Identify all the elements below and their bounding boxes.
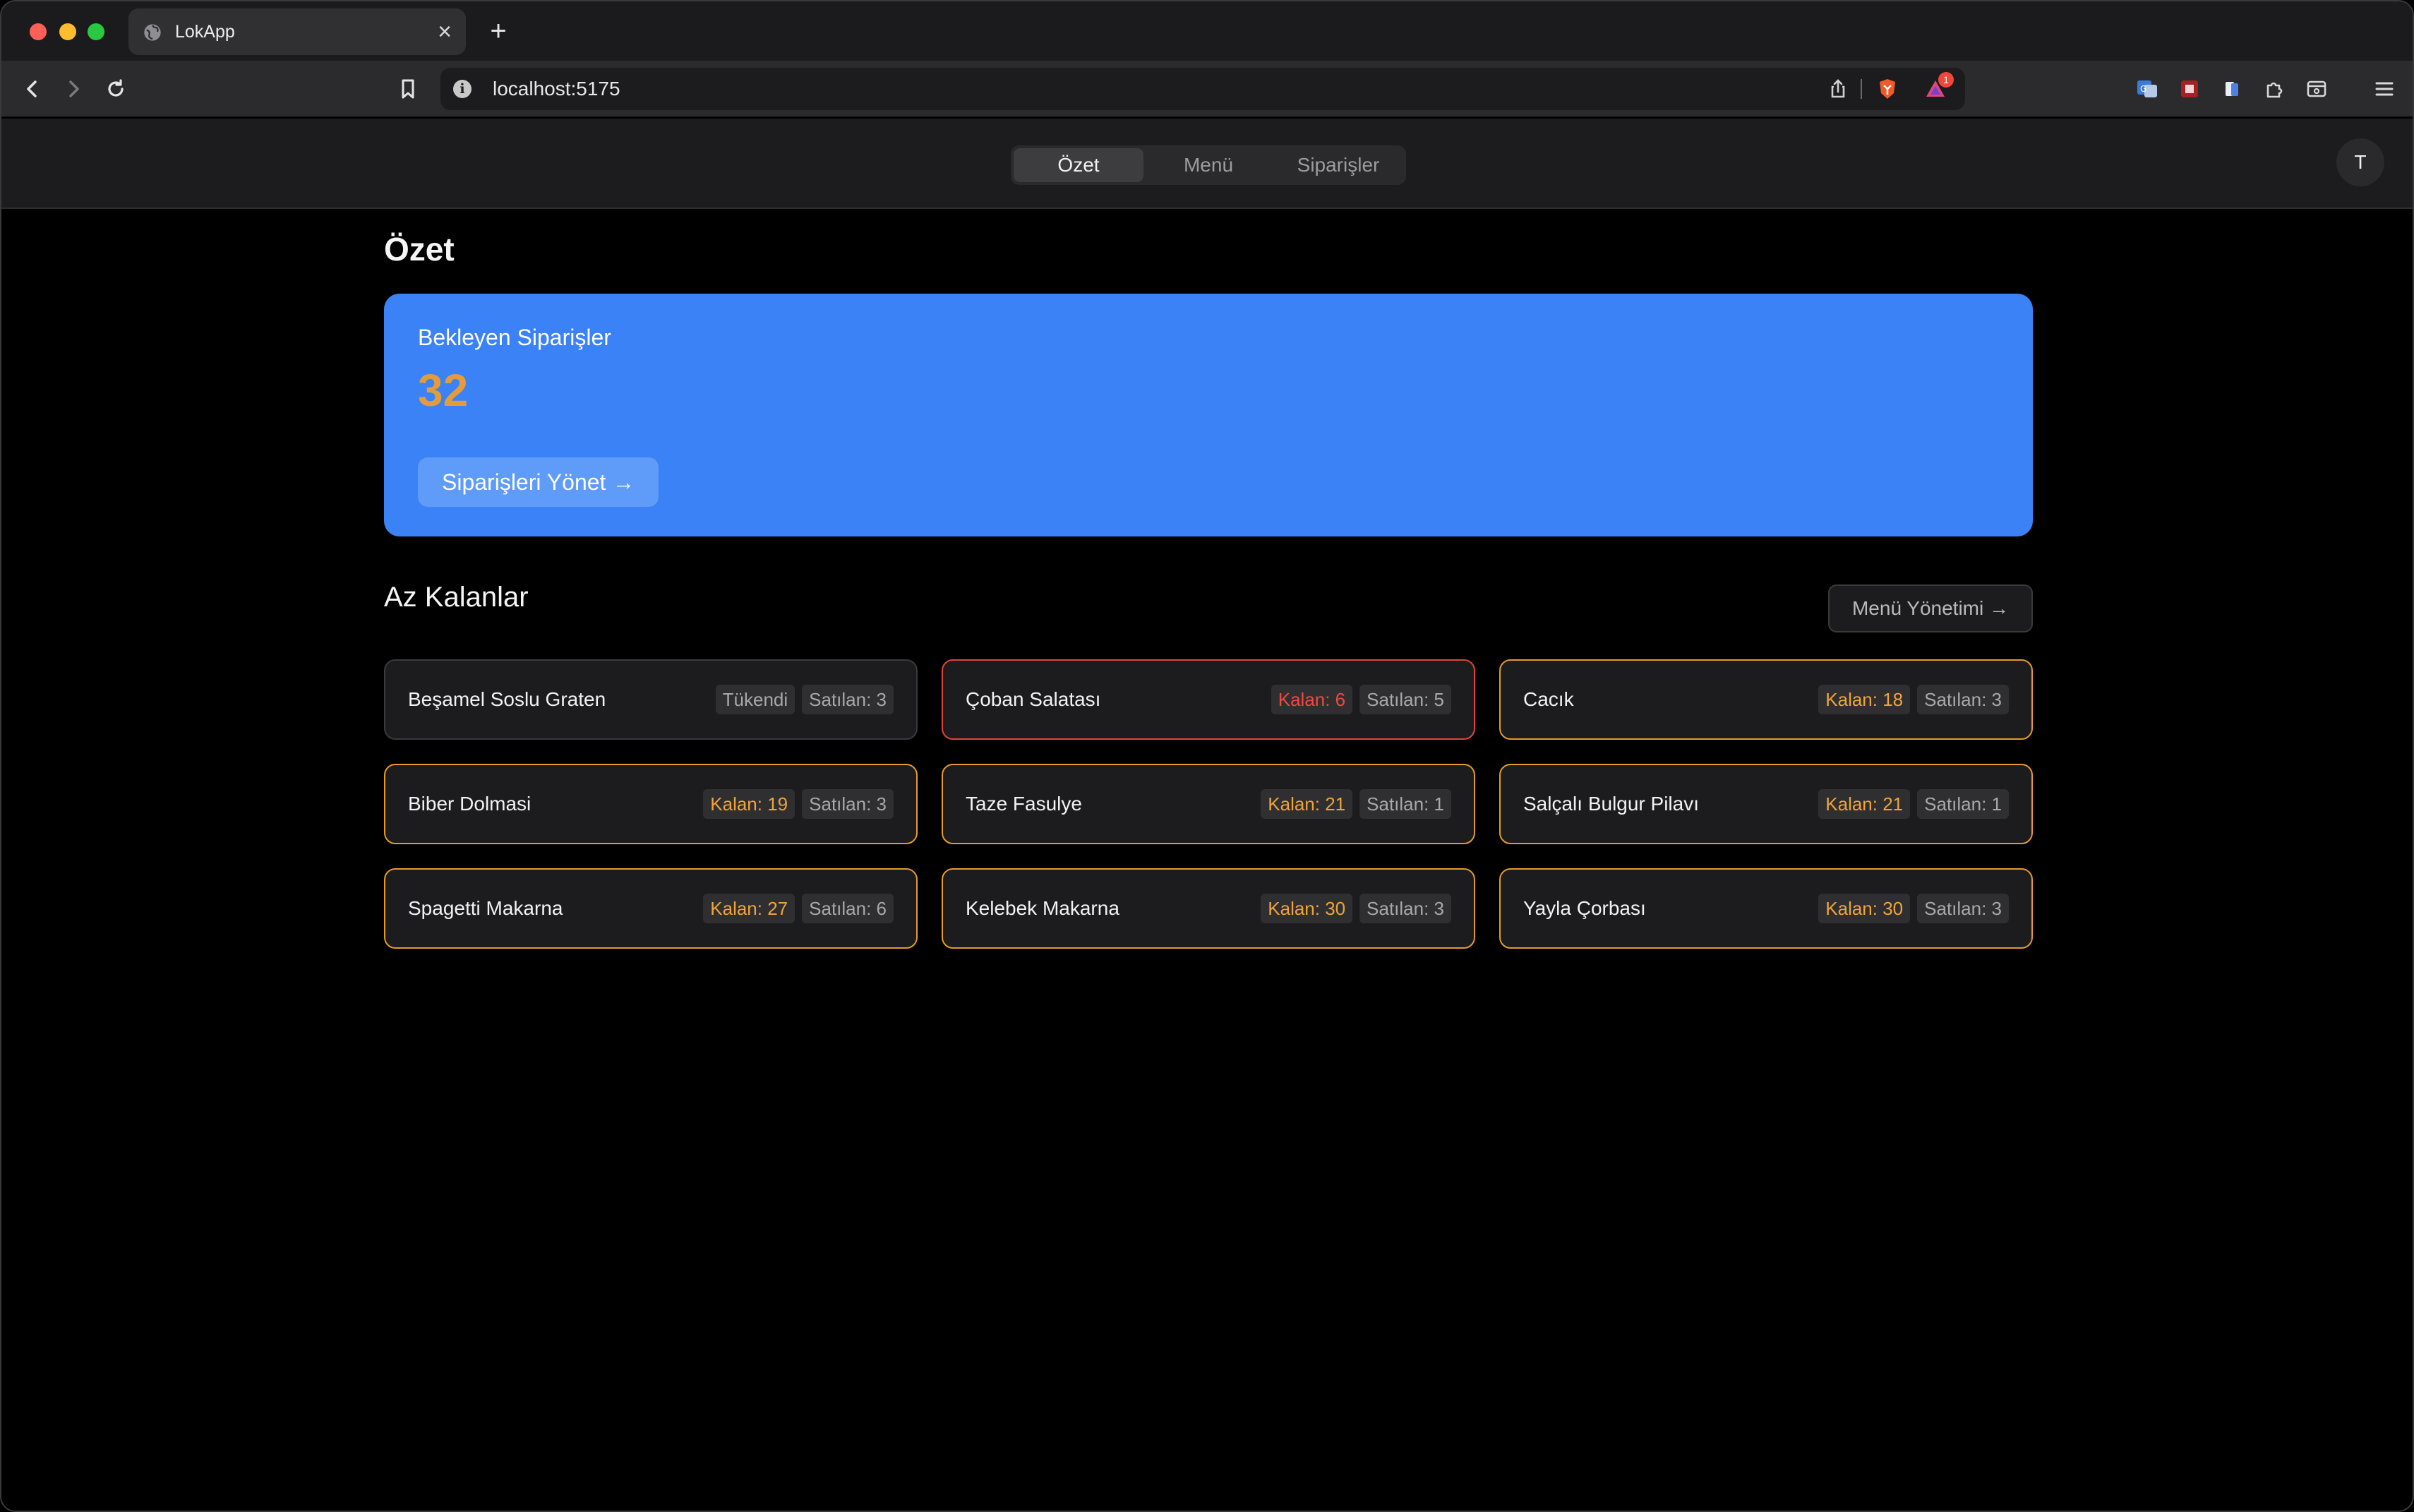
low-stock-item[interactable]: Beşamel Soslu Graten Tükendi Satılan: 3 xyxy=(384,659,918,740)
sold-badge: Satılan: 1 xyxy=(1917,789,2009,819)
translate-icon[interactable]: G xyxy=(2133,75,2161,103)
low-stock-item[interactable]: Yayla Çorbası Kalan: 30 Satılan: 3 xyxy=(1499,868,2033,949)
address-bar[interactable]: i localhost:5175 1 xyxy=(440,68,1965,110)
close-icon[interactable]: × xyxy=(435,20,455,44)
share-icon[interactable] xyxy=(1824,75,1852,103)
menu-management-button[interactable]: Menü Yönetimi → xyxy=(1827,584,2033,632)
minimize-window-button[interactable] xyxy=(59,23,76,40)
low-stock-item[interactable]: Taze Fasulye Kalan: 21 Satılan: 1 xyxy=(942,764,1475,844)
stock-badge: Kalan: 18 xyxy=(1818,685,1911,714)
rewards-badge: 1 xyxy=(1938,72,1954,88)
stock-badge: Tükendi xyxy=(715,685,795,714)
sold-badge: Satılan: 1 xyxy=(1359,789,1451,819)
svg-text:G: G xyxy=(2140,84,2146,94)
sold-badge: Satılan: 3 xyxy=(802,685,894,714)
low-stock-item[interactable]: Cacık Kalan: 18 Satılan: 3 xyxy=(1499,659,2033,740)
browser-tab-active[interactable]: LokApp × xyxy=(128,8,466,55)
item-name: Biber Dolmasi xyxy=(408,793,532,815)
tab-strip: LokApp × + xyxy=(1,1,2413,61)
tab-menu[interactable]: Menü xyxy=(1143,148,1273,182)
tab-siparisler[interactable]: Siparişler xyxy=(1273,148,1403,182)
item-name: Spagetti Makarna xyxy=(408,897,563,919)
bookmark-icon[interactable] xyxy=(394,75,422,103)
pending-orders-card: Bekleyen Siparişler 32 Siparişleri Yönet… xyxy=(384,294,2033,536)
item-name: Beşamel Soslu Graten xyxy=(408,688,606,710)
manage-orders-button[interactable]: Siparişleri Yönet → xyxy=(418,457,659,507)
main-nav-tabs: Özet Menü Siparişler xyxy=(1011,145,1406,185)
sold-badge: Satılan: 6 xyxy=(802,894,894,923)
sold-badge: Satılan: 3 xyxy=(1917,894,2009,923)
item-name: Çoban Salatası xyxy=(966,688,1101,710)
extensions-puzzle-icon[interactable] xyxy=(2260,75,2288,103)
low-stock-grid: Beşamel Soslu Graten Tükendi Satılan: 3 … xyxy=(384,659,2033,949)
forward-icon[interactable] xyxy=(59,75,88,103)
site-info-icon[interactable]: i xyxy=(453,80,472,98)
sold-badge: Satılan: 3 xyxy=(802,789,894,819)
pending-orders-label: Bekleyen Siparişler xyxy=(418,325,611,350)
stock-badge: Kalan: 21 xyxy=(1818,789,1911,819)
item-name: Cacık xyxy=(1523,688,1574,710)
extension-files-icon[interactable] xyxy=(2218,75,2246,103)
stock-badge: Kalan: 6 xyxy=(1271,685,1353,714)
brave-shield-icon[interactable] xyxy=(1873,75,1902,103)
low-stock-item[interactable]: Salçalı Bulgur Pilavı Kalan: 21 Satılan:… xyxy=(1499,764,2033,844)
close-window-button[interactable] xyxy=(30,23,47,40)
divider xyxy=(1861,79,1862,99)
sold-badge: Satılan: 5 xyxy=(1359,685,1451,714)
low-stock-item[interactable]: Spagetti Makarna Kalan: 27 Satılan: 6 xyxy=(384,868,918,949)
browser-toolbar: i localhost:5175 1 G xyxy=(1,61,2413,117)
item-name: Yayla Çorbası xyxy=(1523,897,1646,919)
menu-icon[interactable] xyxy=(2370,75,2398,103)
avatar[interactable]: T xyxy=(2336,138,2384,186)
stock-badge: Kalan: 19 xyxy=(703,789,795,819)
reader-mode-icon[interactable] xyxy=(2302,75,2331,103)
zoom-window-button[interactable] xyxy=(88,23,104,40)
back-icon[interactable] xyxy=(18,75,47,103)
browser-window: LokApp × + i localhost:5175 1 G Özet Men… xyxy=(0,0,2414,1512)
new-tab-button[interactable]: + xyxy=(484,17,512,45)
stock-badge: Kalan: 30 xyxy=(1818,894,1911,923)
stock-badge: Kalan: 27 xyxy=(703,894,795,923)
low-stock-item[interactable]: Çoban Salatası Kalan: 6 Satılan: 5 xyxy=(942,659,1475,740)
item-name: Salçalı Bulgur Pilavı xyxy=(1523,793,1700,815)
low-stock-item[interactable]: Kelebek Makarna Kalan: 30 Satılan: 3 xyxy=(942,868,1475,949)
page-title: Özet xyxy=(384,231,455,268)
globe-icon xyxy=(143,23,162,42)
reload-icon[interactable] xyxy=(102,75,130,103)
url-text[interactable]: localhost:5175 xyxy=(493,68,620,110)
app-header: Özet Menü Siparişler T xyxy=(1,119,2413,209)
low-stock-item[interactable]: Biber Dolmasi Kalan: 19 Satılan: 3 xyxy=(384,764,918,844)
sold-badge: Satılan: 3 xyxy=(1917,685,2009,714)
item-name: Taze Fasulye xyxy=(966,793,1082,815)
stock-badge: Kalan: 21 xyxy=(1261,789,1353,819)
low-stock-title: Az Kalanlar xyxy=(384,582,529,613)
pending-orders-count: 32 xyxy=(418,365,469,416)
tab-title: LokApp xyxy=(175,22,235,42)
brave-rewards-icon[interactable]: 1 xyxy=(1921,72,1954,103)
tab-ozet[interactable]: Özet xyxy=(1014,148,1143,182)
ublock-icon[interactable] xyxy=(2175,75,2204,103)
sold-badge: Satılan: 3 xyxy=(1359,894,1451,923)
stock-badge: Kalan: 30 xyxy=(1261,894,1353,923)
item-name: Kelebek Makarna xyxy=(966,897,1119,919)
